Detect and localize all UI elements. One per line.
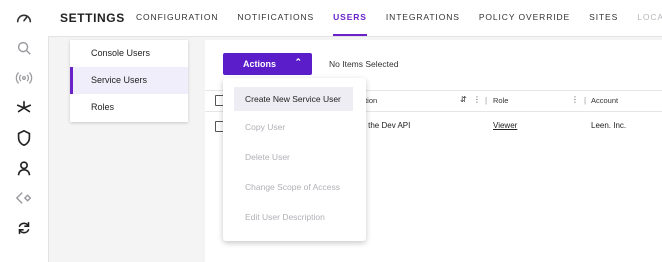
actions-dropdown-menu: Create New Service User Copy User Delete… (223, 78, 366, 241)
row-role-link[interactable]: Viewer (493, 121, 517, 130)
sort-icon[interactable]: ⇵ (460, 95, 467, 104)
actions-button[interactable]: Actions ⌃ (223, 53, 312, 75)
menu-item-create-new-service-user[interactable]: Create New Service User (234, 87, 353, 111)
menu-item-delete-user[interactable]: Delete User (223, 145, 366, 169)
actions-button-label: Actions (243, 59, 277, 69)
settings-tabs: CONFIGURATION NOTIFICATIONS USERS INTEGR… (136, 0, 662, 36)
tab-notifications[interactable]: NOTIFICATIONS (237, 0, 314, 36)
row-account: Leen. Inc. (591, 121, 627, 130)
diamond-code-icon[interactable] (12, 186, 36, 210)
top-header: SETTINGS CONFIGURATION NOTIFICATIONS USE… (48, 0, 662, 37)
icon-rail (0, 0, 49, 262)
selection-status: No Items Selected (329, 59, 399, 69)
users-submenu: Console Users Service Users Roles (70, 40, 188, 122)
page-title: SETTINGS (60, 11, 125, 25)
menu-item-copy-user[interactable]: Copy User (223, 115, 366, 139)
column-account[interactable]: Account (591, 96, 618, 105)
tab-locations[interactable]: LOCATIONS (637, 0, 662, 36)
search-icon[interactable] (12, 36, 36, 60)
submenu-item-service-users[interactable]: Service Users (70, 67, 188, 94)
speedometer-icon[interactable] (12, 6, 36, 30)
column-divider: | (584, 96, 587, 105)
tab-users[interactable]: USERS (333, 0, 367, 36)
column-role[interactable]: Role (493, 96, 508, 105)
sync-icon[interactable] (12, 216, 36, 240)
column-menu-icon[interactable]: ⋮ (571, 95, 579, 104)
menu-item-edit-user-description[interactable]: Edit User Description (223, 205, 366, 229)
menu-item-change-scope-of-access[interactable]: Change Scope of Access (223, 175, 366, 199)
column-divider: | (485, 96, 488, 105)
submenu-item-roles[interactable]: Roles (70, 94, 188, 121)
column-menu-icon[interactable]: ⋮ (473, 95, 481, 104)
chevron-up-icon: ⌃ (294, 57, 302, 67)
tab-integrations[interactable]: INTEGRATIONS (386, 0, 460, 36)
tab-sites[interactable]: SITES (589, 0, 618, 36)
shield-icon[interactable] (12, 126, 36, 150)
user-icon[interactable] (12, 156, 36, 180)
broadcast-icon[interactable] (12, 66, 36, 90)
tab-policy-override[interactable]: POLICY OVERRIDE (479, 0, 570, 36)
submenu-item-console-users[interactable]: Console Users (70, 40, 188, 67)
asterisk-icon[interactable] (12, 96, 36, 120)
tab-configuration[interactable]: CONFIGURATION (136, 0, 218, 36)
